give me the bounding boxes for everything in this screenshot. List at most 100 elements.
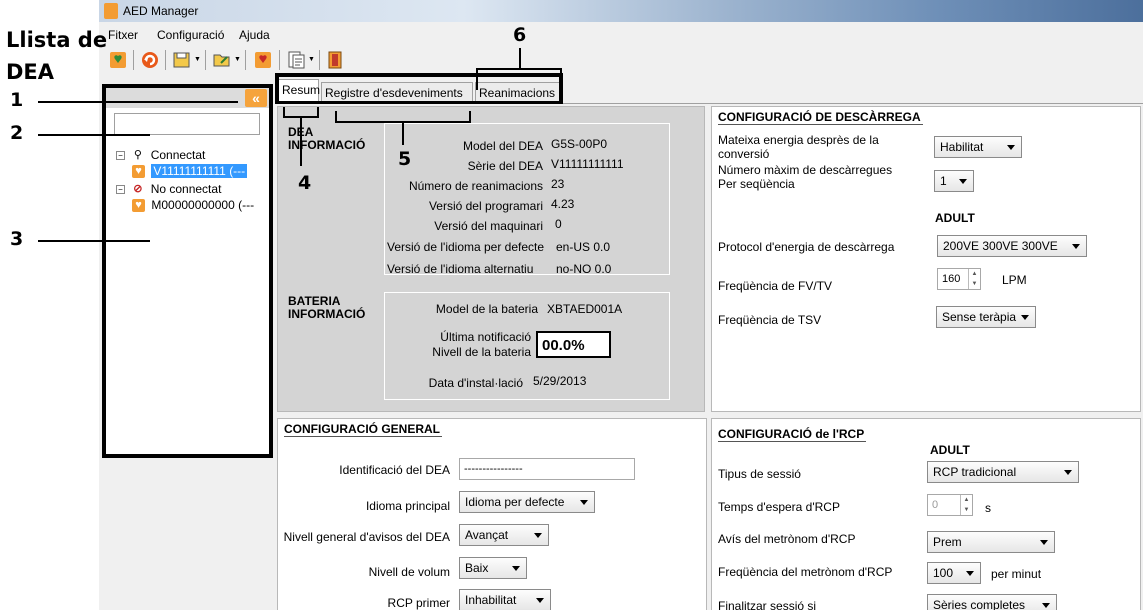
warning-level-select[interactable]: Avançat [459,524,549,546]
adult-header: ADULT [935,211,975,225]
tree-item-aed[interactable]: ♥ V11111111111 (--- [132,164,248,179]
chevron-down-icon [966,571,974,576]
callout-line-6 [519,48,521,70]
hardware-version-label: Versió del maquinari [434,219,543,233]
callout-line-2 [38,134,150,136]
energy-protocol-value: 200VE 300VE 300VE [943,239,1058,253]
menu-fitxer[interactable]: Fitxer [108,28,138,42]
metronome-prompt-value: Prem [933,535,962,549]
cpr-first-select[interactable]: Inhabilitat [459,589,551,610]
tree-item-aed[interactable]: ♥ M00000000000 (--- [132,198,254,213]
max-shocks-label: Número màxim de descàrregues [718,163,893,177]
svt-rate-select[interactable]: Sense teràpia [936,306,1036,328]
app-icon [104,3,118,19]
warning-level-label: Nivell general d'avisos del DEA [283,530,450,544]
metronome-rate-select[interactable]: 100 [927,562,981,584]
battery-level-label: Nivell de la bateria [432,345,531,359]
same-energy-label: conversió [718,147,770,161]
callout-number-3: 3 [10,228,24,250]
session-type-select[interactable]: RCP tradicional [927,461,1079,483]
save-icon[interactable] [171,49,193,71]
metronome-rate-unit: per minut [991,567,1042,581]
last-notification-label: Última notificació [440,330,531,344]
report-icon[interactable] [285,49,307,71]
aed-id-input[interactable]: ---------------- [459,458,635,480]
session-type-label: Tipus de sessió [718,467,801,481]
open-icon[interactable] [211,49,233,71]
battery-model-label: Model de la bateria [435,302,538,316]
callout-number-1: 1 [10,89,24,111]
volume-label: Nivell de volum [368,565,450,579]
max-shocks-label: Per seqüència [718,177,795,191]
chevron-down-icon [536,598,544,603]
vf-rate-label: Freqüència de FV/TV [718,279,833,293]
refresh-icon[interactable] [139,49,161,71]
tree-group-connected[interactable]: − ⚲ Connectat [116,148,205,162]
aed-search-input[interactable] [114,113,260,135]
chevron-down-icon [1040,540,1048,545]
chevron-down-icon[interactable]: ▼ [194,56,201,63]
session-type-value: RCP tradicional [933,465,1017,479]
cpr-config-title: CONFIGURACIÓ de l'RCP [718,427,867,442]
metronome-prompt-label: Avís del metrònom d'RCP [718,532,856,546]
default-language-label: Versió de l'idioma per defecte [387,240,545,254]
callout-bracket-4 [317,107,319,118]
metronome-rate-value: 100 [933,566,954,580]
hardware-version-value: 0 [555,217,562,231]
cpr-wait-input[interactable]: 0 ▲ ▼ [927,494,973,516]
spin-up-icon[interactable]: ▲ [961,495,972,505]
callout-bracket-5 [469,111,471,123]
same-energy-select[interactable]: Habilitat [934,136,1022,158]
dea-model-label: Model del DEA [462,139,543,153]
volume-value: Baix [465,561,489,575]
chevron-down-icon [580,500,588,505]
end-session-value: Sèries completes [933,598,1026,610]
max-shocks-select[interactable]: 1 [934,170,974,192]
metronome-prompt-select[interactable]: Prem [927,531,1055,553]
collapse-icon[interactable]: − [116,185,125,195]
aed-list-header: « [106,88,269,108]
collapse-pane-button[interactable]: « [245,89,267,107]
callout-number-4: 4 [296,172,314,194]
exit-icon[interactable] [325,49,347,71]
aed-icon[interactable] [107,49,129,71]
energy-protocol-label: Protocol d'energia de descàrrega [718,240,895,254]
spin-up-icon[interactable]: ▲ [969,269,980,279]
software-version-value: 4.23 [551,197,575,211]
max-shocks-value: 1 [940,174,947,188]
callout-tabs-box [275,73,563,105]
collapse-icon[interactable]: − [116,151,125,161]
volume-select[interactable]: Baix [459,557,527,579]
menu-configuracio[interactable]: Configuració [157,28,224,42]
callout-bracket-5 [335,111,337,123]
chevron-down-icon [1064,470,1072,475]
spin-down-icon[interactable]: ▼ [961,505,972,515]
rescues-label: Número de reanimacions [408,179,543,193]
menu-ajuda[interactable]: Ajuda [239,28,270,42]
cpr-wait-spinner[interactable]: ▲ ▼ [960,495,972,515]
vf-rate-spinner[interactable]: ▲ ▼ [968,269,980,289]
end-session-label: Finalitzar sessió si [718,599,817,610]
main-language-label: Idioma principal [365,499,450,513]
install-date-label: Data d'instal·lació [428,376,523,390]
device-info-panel: DEA INFORMACIÓ Model del DEA G5S-00P0 Sè… [277,106,705,412]
chevron-down-icon [1021,315,1029,320]
chevron-down-icon[interactable]: ▼ [234,56,241,63]
tree-group-disconnected[interactable]: − ⊘ No connectat [116,182,221,196]
energy-protocol-select[interactable]: 200VE 300VE 300VE [937,235,1087,257]
callout-number-6: 6 [513,24,527,46]
callout-number-5: 5 [396,148,414,170]
spin-down-icon[interactable]: ▼ [969,279,980,289]
aed-device-icon: ♥ [132,199,145,213]
main-language-select[interactable]: Idioma per defecte [459,491,595,513]
metronome-rate-label: Freqüència del metrònom d'RCP [718,565,893,579]
vf-rate-unit: LPM [1002,273,1027,287]
alt-language-value: no-NO 0.0 [556,262,612,276]
chevron-down-icon[interactable]: ▼ [308,56,315,63]
shock-config-panel: CONFIGURACIÓ DE DESCÀRREGA Mateixa energ… [711,106,1141,412]
connected-plug-icon: ⚲ [133,149,142,162]
vf-rate-input[interactable]: 160 ▲ ▼ [937,268,981,290]
aed-device-icon[interactable] [252,49,274,71]
end-session-select[interactable]: Sèries completes [927,594,1057,610]
shock-config-title: CONFIGURACIÓ DE DESCÀRREGA [718,110,923,125]
